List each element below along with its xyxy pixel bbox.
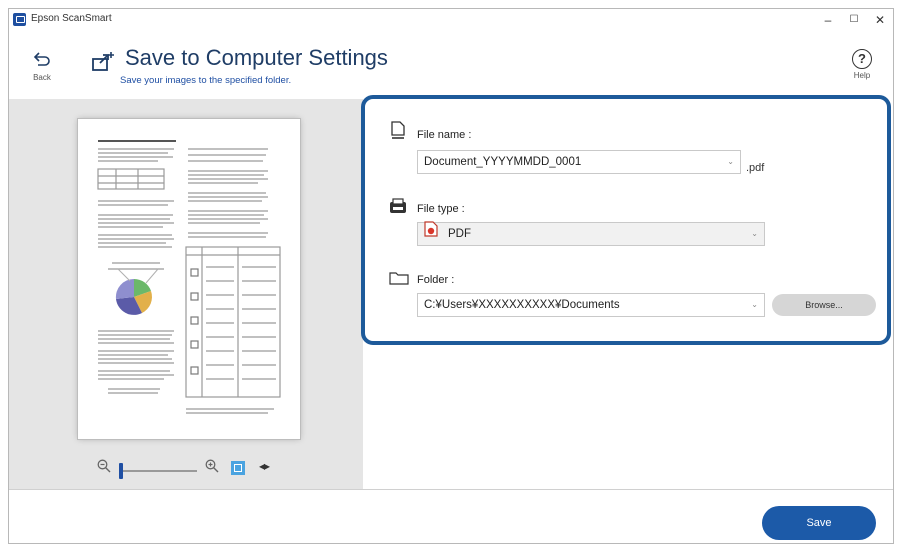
back-button[interactable]: Back <box>27 51 57 82</box>
footer-divider <box>9 489 893 490</box>
file-type-value: PDF <box>448 228 471 241</box>
zoom-toolbar: ◂▸ <box>9 451 363 483</box>
preview-pane: ◂▸ <box>9 99 363 489</box>
app-title: Epson ScanSmart <box>31 13 112 24</box>
back-label: Back <box>33 73 51 82</box>
file-name-label: File name : <box>417 129 472 141</box>
browse-button[interactable]: Browse... <box>772 294 876 316</box>
help-icon: ? <box>852 49 872 69</box>
file-name-input[interactable]: Document_YYYYMMDD_0001 ⌄ <box>417 150 741 174</box>
maximize-button[interactable]: ☐ <box>841 10 867 30</box>
file-type-icon <box>389 198 407 219</box>
chevron-down-icon[interactable]: ⌄ <box>751 223 758 245</box>
folder-input[interactable]: C:¥Users¥XXXXXXXXXX¥Documents ⌄ <box>417 293 765 317</box>
save-button[interactable]: Save <box>762 506 876 540</box>
file-type-label: File type : <box>417 203 465 215</box>
close-button[interactable]: ✕ <box>867 10 893 30</box>
back-arrow-icon <box>27 51 57 71</box>
help-button[interactable]: ? Help <box>847 49 877 80</box>
document-icon <box>391 121 405 144</box>
page-title: Save to Computer Settings <box>125 45 388 70</box>
save-to-computer-icon <box>91 51 115 75</box>
chevron-down-icon[interactable]: ⌄ <box>751 294 758 316</box>
zoom-out-icon[interactable] <box>97 459 111 476</box>
folder-value: C:¥Users¥XXXXXXXXXX¥Documents <box>424 299 620 311</box>
fit-to-window-icon[interactable] <box>231 461 245 475</box>
save-settings-panel: File name : Document_YYYYMMDD_0001 ⌄ .pd… <box>361 95 891 345</box>
app-window: Epson ScanSmart – ☐ ✕ Back Save to Compu… <box>8 8 894 544</box>
folder-icon <box>389 271 409 290</box>
app-icon <box>13 13 26 26</box>
file-extension: .pdf <box>746 162 765 174</box>
chevron-down-icon[interactable]: ⌄ <box>727 151 734 173</box>
folder-label: Folder : <box>417 274 455 286</box>
zoom-slider-track[interactable] <box>119 470 197 472</box>
pdf-icon <box>424 221 438 245</box>
zoom-in-icon[interactable] <box>205 459 219 476</box>
file-type-select[interactable]: PDF ⌄ <box>417 221 765 246</box>
help-label: Help <box>853 71 871 80</box>
document-preview[interactable] <box>78 119 300 439</box>
zoom-slider-thumb[interactable] <box>119 463 123 479</box>
page-subtitle: Save your images to the specified folder… <box>120 75 292 86</box>
expand-arrows-icon[interactable]: ◂▸ <box>259 459 270 473</box>
file-name-value: Document_YYYYMMDD_0001 <box>424 156 582 168</box>
title-bar: Epson ScanSmart – ☐ ✕ <box>9 9 893 31</box>
minimize-button[interactable]: – <box>815 10 841 30</box>
